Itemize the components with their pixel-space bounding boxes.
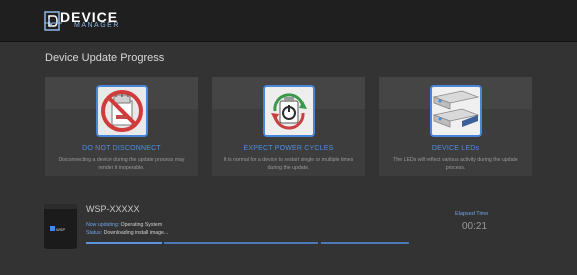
progress-segment-2 [164,242,318,244]
card-title: EXPECT POWER CYCLES [243,145,334,152]
device-top [44,204,77,209]
card-description: The LEDs will reflect various activity d… [393,157,518,171]
now-updating-line: Now updating: Operating System [86,222,162,228]
device-badge: WSP [56,227,66,232]
status-label: Status: [86,230,103,236]
card-description: Disconnecting a device during the update… [58,157,185,171]
elapsed-time-value: 00:21 [462,221,488,232]
logo-subtext: MANAGER [74,22,120,29]
info-card-power-cycles: EXPECT POWER CYCLES It is normal for a d… [212,77,365,176]
progress-segment-1 [86,242,162,244]
page-title: Device Update Progress [45,52,165,64]
device-leds-icon [429,85,482,137]
device-name: WSP-XXXXX [86,204,140,214]
card-title: DO NOT DISCONNECT [82,145,161,152]
card-title: DEVICE LEDs [431,145,480,152]
info-card-disconnect: DO NOT DISCONNECT Disconnecting a device… [45,77,198,176]
now-updating-label: Now updating: [86,222,120,228]
no-unplug-icon [95,85,148,137]
now-updating-value: Operating System [120,222,163,228]
card-description: It is normal for a device to restart sin… [223,157,354,171]
status-line: Status: Downloading install image... [86,230,168,236]
info-card-device-leds: DEVICE LEDs The LEDs will reflect variou… [379,77,532,176]
elapsed-time-label: Elapsed Time [455,211,489,217]
power-cycle-icon [262,85,315,137]
progress-segment-3 [321,242,409,244]
app-logo[interactable]: DEVICE MANAGER [44,9,144,32]
top-bar: DEVICE MANAGER [0,0,577,42]
device-led-icon [50,226,55,231]
status-value: Downloading install image... [103,230,169,236]
device-image: WSP [44,204,77,249]
